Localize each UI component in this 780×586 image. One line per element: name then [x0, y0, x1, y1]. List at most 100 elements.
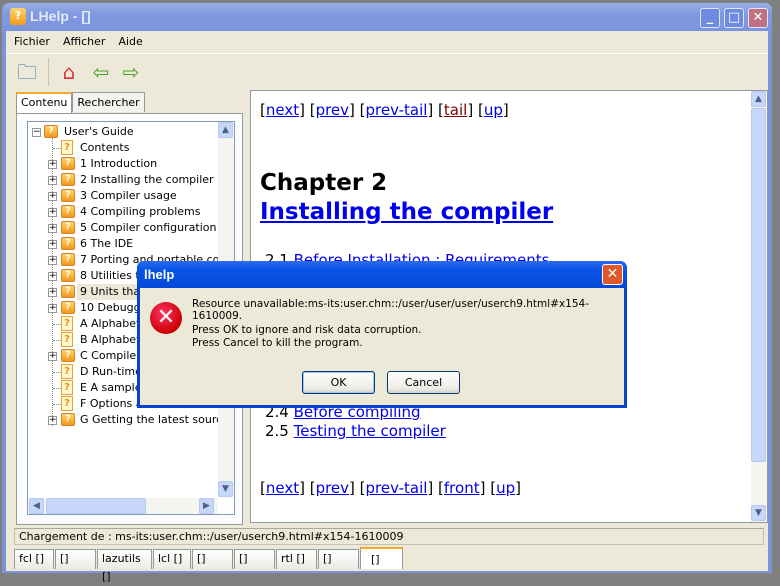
expand-icon[interactable]: +: [48, 416, 57, 425]
dialog-close-button[interactable]: ✕: [602, 264, 623, 285]
help-book-icon: ?: [61, 221, 75, 234]
dialog-body: ✕ Resource unavailable:ms-its:user.chm::…: [140, 288, 624, 405]
chapter-number: Chapter 2: [260, 170, 388, 196]
tree-line: [53, 404, 61, 405]
expand-icon[interactable]: +: [48, 240, 57, 249]
dialog-title: lhelp: [144, 267, 175, 282]
scroll-right-button[interactable]: ▶: [199, 498, 214, 514]
link-next[interactable]: next: [266, 101, 299, 119]
tab-contenu[interactable]: Contenu: [16, 92, 73, 114]
expand-icon[interactable]: +: [48, 256, 57, 265]
link-up[interactable]: up: [484, 101, 503, 119]
close-button[interactable]: ✕: [748, 8, 768, 28]
link-prev-tail[interactable]: prev-tail: [366, 101, 428, 119]
bottom-tab[interactable]: []: [318, 549, 359, 569]
help-book-icon: ?: [61, 205, 75, 218]
toc-link[interactable]: Testing the compiler: [294, 422, 446, 440]
bottom-tab[interactable]: []: [234, 549, 275, 569]
help-book-icon: ?: [61, 269, 75, 282]
expand-icon[interactable]: +: [48, 160, 57, 169]
scroll-up-button[interactable]: ▲: [218, 122, 233, 138]
cancel-button[interactable]: Cancel: [387, 371, 460, 394]
scroll-down-button[interactable]: ▼: [751, 505, 766, 521]
scroll-left-button[interactable]: ◀: [29, 498, 44, 514]
tree-item-label: 3 Compiler usage: [80, 189, 177, 202]
menu-aide[interactable]: Aide: [110, 33, 147, 48]
arrow-right-icon[interactable]: ⇨: [118, 59, 144, 85]
scroll-up-button[interactable]: ▲: [751, 91, 766, 107]
help-book-icon: ?: [61, 189, 75, 202]
tree-item-label: 4 Compiling problems: [80, 205, 201, 218]
tree-line: [53, 340, 61, 341]
app-icon: ?: [10, 8, 26, 25]
expand-icon[interactable]: +: [48, 192, 57, 201]
toolbar: 🗀 ⌂ ⇦ ⇨: [6, 53, 768, 89]
tree-line: [53, 324, 61, 325]
help-page-icon: ?: [61, 332, 73, 347]
expand-icon[interactable]: +: [48, 224, 57, 233]
error-dialog: lhelp ✕ ✕ Resource unavailable:ms-its:us…: [137, 261, 627, 408]
toolbar-separator: [48, 58, 49, 86]
scroll-down-button[interactable]: ▼: [218, 481, 233, 497]
chapter-title-link[interactable]: Installing the compiler: [260, 199, 553, 225]
top-nav: [next] [prev] [prev-tail] [tail] [up]: [260, 101, 509, 119]
link-front[interactable]: front: [444, 479, 480, 497]
tree-item-label: 2 Installing the compiler: [80, 173, 214, 186]
hscroll-thumb[interactable]: [46, 498, 146, 514]
tree-item-label: D Run-time: [80, 365, 142, 378]
tree-line: [53, 372, 61, 373]
link-prev-tail[interactable]: prev-tail: [366, 479, 428, 497]
tree-hscrollbar[interactable]: ◀ ▶: [28, 498, 218, 514]
menu-bar: Fichier Afficher Aide: [6, 33, 148, 51]
help-page-icon: ?: [61, 140, 73, 155]
bottom-tab[interactable]: []: [192, 549, 233, 569]
expand-icon[interactable]: +: [48, 176, 57, 185]
collapse-icon[interactable]: −: [32, 128, 41, 137]
tree-item-label: 5 Compiler configuration: [80, 221, 217, 234]
tree-item-label: 6 The IDE: [80, 237, 134, 250]
status-bar: Chargement de : ms-its:user.chm::/user/u…: [14, 528, 764, 545]
bottom-tab[interactable]: []: [360, 547, 403, 569]
minimize-button[interactable]: _: [700, 8, 720, 28]
expand-icon[interactable]: +: [48, 272, 57, 281]
toc-item: 2.5 Testing the compiler: [265, 422, 446, 440]
maximize-button[interactable]: □: [724, 8, 744, 28]
link-next[interactable]: next: [266, 479, 299, 497]
menu-fichier[interactable]: Fichier: [6, 33, 55, 48]
link-up[interactable]: up: [496, 479, 515, 497]
tab-rechercher[interactable]: Rechercher: [72, 92, 145, 112]
title-bar: ? LHelp - [] _ □ ✕: [2, 3, 772, 31]
tree-item-label: F Options a: [80, 397, 143, 410]
bottom-tab[interactable]: lcl []: [153, 549, 191, 569]
bottom-tab[interactable]: rtl []: [276, 549, 317, 569]
left-tabs: Contenu Rechercher: [16, 92, 145, 114]
folder-icon[interactable]: 🗀: [14, 59, 40, 85]
expand-icon[interactable]: +: [48, 288, 57, 297]
link-prev[interactable]: prev: [316, 101, 349, 119]
link-tail[interactable]: tail: [444, 101, 467, 119]
arrow-left-icon[interactable]: ⇦: [88, 59, 114, 85]
help-page-icon: ?: [61, 380, 73, 395]
bottom-tab[interactable]: lazutils []: [97, 549, 152, 583]
tree-item-label: 10 Debuggi: [80, 301, 144, 314]
ok-button[interactable]: OK: [302, 371, 375, 394]
bottom-tab[interactable]: fcl []: [14, 549, 54, 569]
help-page-icon: ?: [61, 396, 73, 411]
expand-icon[interactable]: +: [48, 352, 57, 361]
window-title: LHelp - []: [30, 8, 91, 24]
help-book-icon: ?: [61, 301, 75, 314]
tree-item-label: 1 Introduction: [80, 157, 158, 170]
help-book-icon: ?: [61, 173, 75, 186]
dialog-message: Press Cancel to kill the program.: [192, 337, 363, 349]
vscroll-thumb[interactable]: [751, 108, 766, 462]
home-icon[interactable]: ⌂: [56, 59, 82, 85]
help-page-icon: ?: [61, 364, 73, 379]
expand-icon[interactable]: +: [48, 208, 57, 217]
expand-icon[interactable]: +: [48, 304, 57, 313]
link-prev[interactable]: prev: [316, 479, 349, 497]
menu-afficher[interactable]: Afficher: [55, 33, 110, 48]
content-vscrollbar[interactable]: ▲ ▼: [751, 91, 767, 522]
dialog-message: Resource unavailable:ms-its:user.chm::/u…: [192, 298, 590, 322]
bottom-tab[interactable]: []: [55, 549, 96, 569]
bottom-nav: [next] [prev] [prev-tail] [front] [up]: [260, 479, 521, 497]
